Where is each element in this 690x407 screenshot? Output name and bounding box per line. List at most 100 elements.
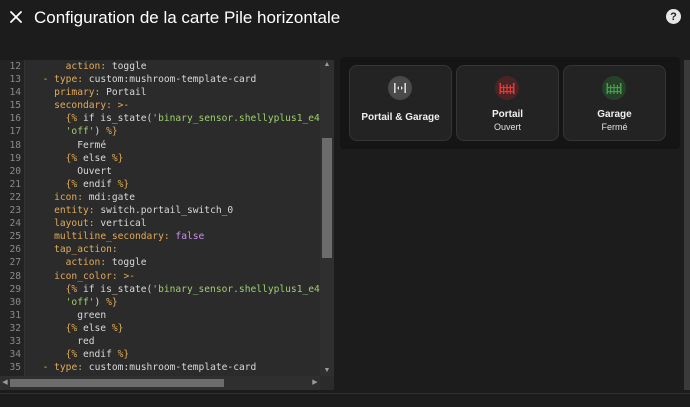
code-token: {% (65, 113, 83, 125)
code-token: type (54, 362, 78, 374)
line-number: 21 (9, 178, 21, 190)
page-scroll-thumb[interactable] (684, 60, 690, 390)
code-line[interactable]: 31 green (0, 309, 320, 322)
card-icon-bg (388, 76, 412, 100)
close-button[interactable] (6, 7, 26, 27)
code-token: custom:mushroom-template-card (88, 74, 257, 86)
code-text: secondary: >- (31, 99, 129, 112)
code-line[interactable]: 27 action: toggle (0, 256, 320, 269)
code-text: - type: custom:mushroom-template-card (31, 361, 257, 374)
code-line[interactable]: 12 action: toggle (0, 60, 320, 73)
scroll-right-arrow-icon[interactable]: ▶ (310, 376, 320, 390)
code-line[interactable]: 35 - type: custom:mushroom-template-card (0, 361, 320, 374)
dialog-footer (0, 393, 690, 407)
gate-icon (606, 83, 622, 94)
yaml-code-editor[interactable]: 12 action: toggle 13 - type: custom:mushr… (0, 60, 334, 390)
scroll-up-arrow-icon[interactable]: ▲ (320, 60, 334, 70)
code-line[interactable]: 15 secondary: >- (0, 99, 320, 112)
code-token: 'off' (65, 296, 95, 308)
code-line[interactable]: 30 'off') %} (0, 296, 320, 309)
code-line[interactable]: 33 red (0, 335, 320, 348)
editor-horizontal-scrollbar[interactable]: ◀ ▶ (0, 376, 320, 390)
scroll-left-arrow-icon[interactable]: ◀ (0, 376, 10, 390)
code-token: {% (65, 349, 83, 361)
code-token: >- (123, 270, 135, 282)
code-token: ) (94, 126, 107, 138)
code-lines[interactable]: 12 action: toggle 13 - type: custom:mushr… (0, 60, 320, 376)
code-text: Fermé (31, 139, 106, 152)
code-line[interactable]: 28 icon_color: >- (0, 270, 320, 283)
code-line[interactable]: 17 'off') %} (0, 125, 320, 138)
code-token: : (163, 231, 176, 243)
code-line[interactable]: 19 {% else %} (0, 152, 320, 165)
code-token: : (77, 362, 89, 374)
code-token: >- (117, 100, 130, 112)
code-line[interactable]: 26 tap_action: (0, 243, 320, 256)
code-text: icon: mdi:gate (31, 191, 135, 204)
code-token: multiline_secondary (54, 231, 164, 243)
line-number: 27 (9, 257, 21, 269)
code-line[interactable]: 13 - type: custom:mushroom-template-card (0, 73, 320, 86)
scroll-down-arrow-icon[interactable]: ▼ (320, 366, 334, 376)
code-token: %} (111, 322, 124, 334)
line-number: 15 (9, 100, 21, 112)
card-portail[interactable]: Portail Ouvert (456, 65, 559, 141)
card-state: Fermé (601, 122, 628, 132)
code-line[interactable]: 21 {% endif %} (0, 178, 320, 191)
code-token: : (77, 74, 89, 86)
code-text: red (31, 335, 95, 348)
dialog-title: Configuration de la carte Pile horizonta… (34, 8, 341, 27)
card-preview: Portail & Garage Portail Ouvert Garage F… (340, 57, 680, 149)
scrollbar-corner (320, 376, 334, 390)
code-token: entity (54, 205, 89, 217)
code-token: - (42, 74, 55, 86)
code-line[interactable]: 32 {% else %} (0, 322, 320, 335)
code-token: red (77, 335, 95, 347)
code-text: green (31, 309, 106, 322)
code-token: %} (106, 296, 118, 308)
code-line[interactable]: 25 multiline_secondary: false (0, 230, 320, 243)
code-line[interactable]: 23 entity: switch.portail_switch_0 (0, 204, 320, 217)
code-text: {% endif %} (31, 178, 130, 191)
code-line[interactable]: 20 Ouvert (0, 165, 320, 178)
code-text: 'off') %} (31, 125, 118, 138)
editor-horizontal-scroll-thumb[interactable] (10, 379, 224, 387)
code-line[interactable]: 22 icon: mdi:gate (0, 191, 320, 204)
code-text: tap_action: (31, 243, 118, 256)
editor-vertical-scrollbar[interactable]: ▲ ▼ (320, 60, 334, 376)
editor-vertical-scroll-thumb[interactable] (322, 138, 332, 258)
code-line[interactable]: 24 layout: vertical (0, 217, 320, 230)
card-portail-garage[interactable]: Portail & Garage (349, 65, 452, 141)
card-name: Portail (491, 109, 524, 120)
line-number: 19 (9, 152, 21, 164)
code-line[interactable]: 29 {% if is_state('binary_sensor.shellyp… (0, 283, 320, 296)
code-text: 'off') %} (31, 296, 118, 309)
code-token: 'binary_sensor.shellyplus1_e465b8 (152, 283, 320, 295)
code-line[interactable]: 18 Fermé (0, 139, 320, 152)
code-token: : (94, 87, 107, 99)
code-text: {% if is_state('binary_sensor.shellyplus… (31, 283, 320, 296)
code-line[interactable]: 14 primary: Portail (0, 86, 320, 99)
line-number: 25 (9, 231, 21, 243)
code-line[interactable]: 16 {% if is_state('binary_sensor.shellyp… (0, 112, 320, 125)
code-token: 'binary_sensor.shellyplus1_e465b8 (152, 113, 320, 125)
help-button[interactable]: ? (666, 9, 681, 24)
code-line[interactable]: 34 {% endif %} (0, 348, 320, 361)
line-number: 24 (9, 218, 21, 230)
code-token: Portail (106, 87, 147, 99)
page-scrollbar[interactable] (684, 60, 690, 390)
code-token: %} (106, 126, 118, 138)
code-text: action: toggle (31, 256, 147, 269)
card-garage[interactable]: Garage Fermé (563, 65, 666, 141)
